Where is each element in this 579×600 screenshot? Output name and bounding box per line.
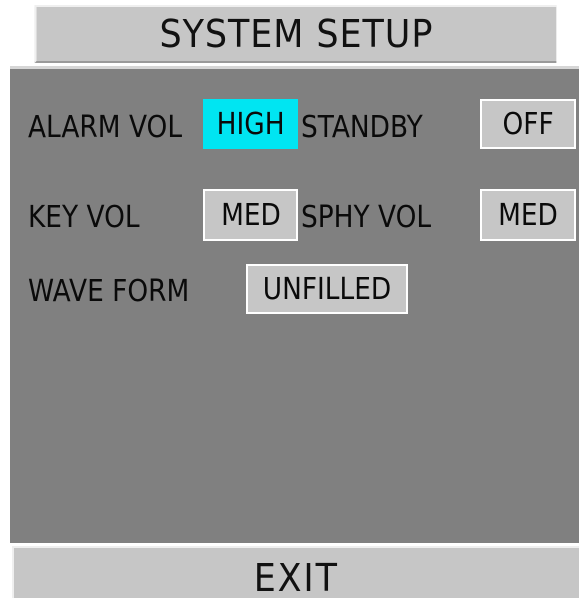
standby-label: STANDBY xyxy=(301,110,423,145)
wave-form-value-text: UNFILLED xyxy=(262,271,392,307)
wave-form-value[interactable]: UNFILLED xyxy=(246,264,408,314)
sphy-vol-value[interactable]: MED xyxy=(480,189,576,241)
wave-form-label: WAVE FORM xyxy=(28,274,190,309)
key-vol-value[interactable]: MED xyxy=(203,189,298,241)
sphy-vol-value-text: MED xyxy=(498,197,558,233)
key-vol-label: KEY VOL xyxy=(28,200,140,235)
exit-button-label: EXIT xyxy=(253,556,340,600)
standby-value[interactable]: OFF xyxy=(480,99,576,149)
alarm-vol-value-text: HIGH xyxy=(216,106,285,142)
exit-button[interactable]: EXIT xyxy=(12,546,579,600)
settings-panel: ALARM VOL HIGH STANDBY OFF KEY VOL MED S… xyxy=(10,66,579,543)
page-title: SYSTEM SETUP xyxy=(34,5,557,63)
alarm-vol-value[interactable]: HIGH xyxy=(203,99,298,149)
key-vol-value-text: MED xyxy=(220,197,281,233)
standby-value-text: OFF xyxy=(502,106,554,142)
alarm-vol-label: ALARM VOL xyxy=(28,110,183,145)
sphy-vol-label: SPHY VOL xyxy=(301,200,432,235)
